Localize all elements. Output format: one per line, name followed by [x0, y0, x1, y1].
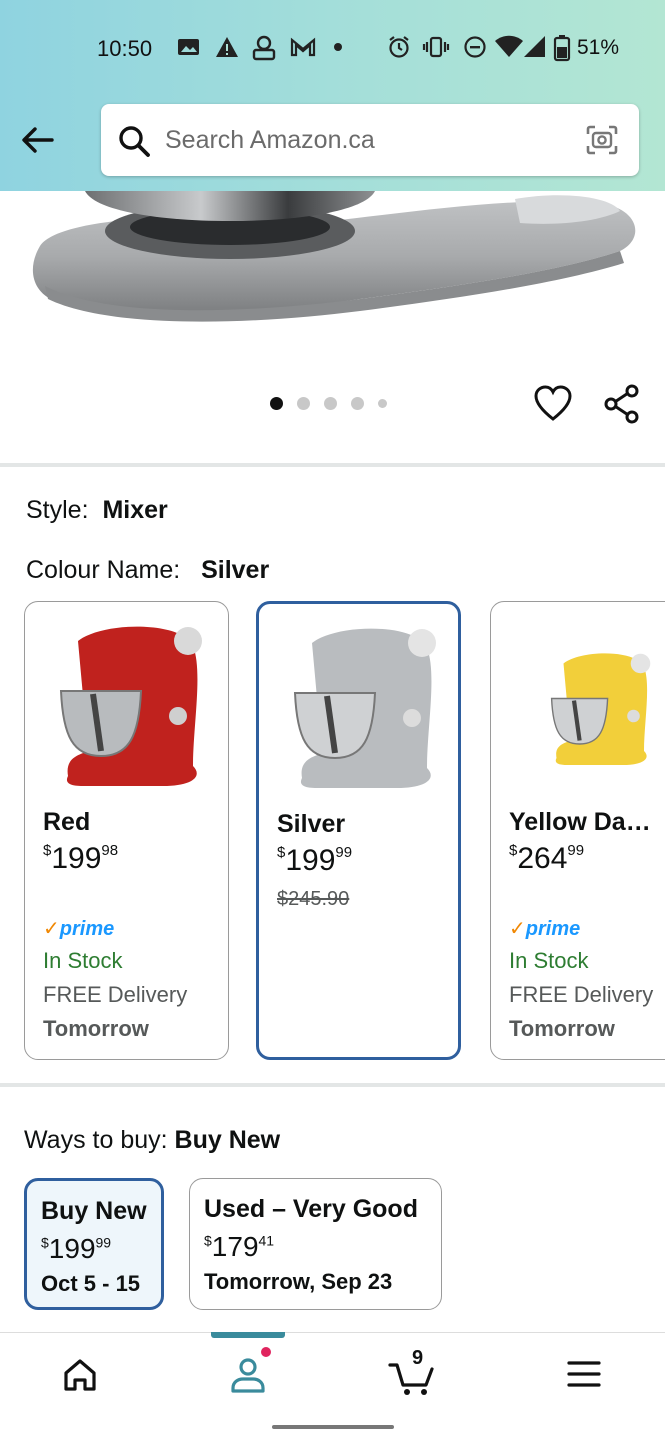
prime-badge: ✓prime: [43, 918, 115, 940]
app-notification-icon: [252, 35, 276, 61]
ways-to-buy-value: Buy New: [174, 1126, 281, 1154]
colour-option-name: Silver: [277, 810, 346, 838]
buy-option-used[interactable]: Used – Very Good $17941 Tomorrow, Sep 23: [189, 1178, 442, 1310]
notification-badge: [259, 1345, 273, 1359]
mixer-thumbnail: [59, 626, 202, 786]
buy-option-title: Used – Very Good: [204, 1195, 418, 1223]
colour-option-price: $26499: [509, 842, 585, 875]
status-bar: 10:50 51%: [0, 28, 665, 68]
active-tab-indicator: [211, 1332, 285, 1338]
alarm-icon: [389, 36, 409, 58]
list-price: $245.90: [277, 888, 350, 910]
app-header: 10:50 51%: [0, 0, 665, 191]
buy-option-delivery: Tomorrow, Sep 23: [204, 1269, 393, 1294]
do-not-disturb-icon: [464, 36, 486, 58]
delivery-info: FREE Delivery: [509, 982, 654, 1007]
section-divider: [0, 1083, 665, 1087]
battery-icon: [553, 35, 571, 62]
image-carousel-dots: [270, 397, 387, 410]
colour-option-yellow[interactable]: Yellow Da… $26499 ✓prime In Stock FREE D…: [490, 601, 665, 1060]
colour-option-price: $19998: [43, 842, 119, 875]
colour-value: Silver: [201, 556, 270, 584]
prime-check-icon: ✓: [43, 918, 60, 940]
colour-option-name: Red: [43, 808, 91, 836]
ways-to-buy-line: Ways to buy: Buy New: [24, 1126, 280, 1155]
gesture-home-bar[interactable]: [272, 1425, 394, 1429]
buy-option-price: $19999: [41, 1233, 112, 1264]
carousel-dot[interactable]: [297, 397, 310, 410]
wifi-icon: [495, 35, 523, 57]
carousel-dot[interactable]: [270, 397, 283, 410]
mixer-thumbnail: [550, 653, 651, 765]
style-label: Style:: [26, 496, 89, 524]
vibrate-icon: [422, 36, 450, 58]
buy-option-new[interactable]: Buy New $19999 Oct 5 - 15: [24, 1178, 164, 1310]
cart-count: 9: [412, 1347, 424, 1369]
menu-icon[interactable]: [554, 1349, 614, 1399]
signal-icon: [524, 36, 545, 57]
mixer-base-illustration: [32, 191, 636, 322]
search-icon: [119, 126, 150, 157]
status-time: 10:50: [97, 36, 153, 61]
bottom-nav: 9: [0, 1332, 665, 1414]
section-divider: [0, 463, 665, 467]
gmail-icon: [290, 37, 316, 57]
colour-line: Colour Name: Silver: [26, 556, 269, 585]
carousel-dot[interactable]: [324, 397, 337, 410]
colour-option-price: $19999: [277, 844, 353, 877]
battery-percent: 51%: [577, 36, 620, 59]
style-value: Mixer: [102, 496, 168, 524]
ways-to-buy-label: Ways to buy:: [24, 1126, 168, 1154]
prime-badge: ✓prime: [509, 918, 581, 940]
buy-option-price: $17941: [204, 1231, 275, 1262]
photo-notification-icon: [178, 39, 199, 55]
carousel-dot[interactable]: [378, 399, 387, 408]
colour-label: Colour Name:: [26, 556, 181, 584]
colour-option-red[interactable]: Red $19998 ✓prime In Stock FREE Delivery…: [24, 601, 229, 1060]
carousel-dot[interactable]: [351, 397, 364, 410]
home-icon[interactable]: [50, 1349, 110, 1399]
stock-status: In Stock: [509, 948, 589, 973]
warning-icon: [216, 37, 238, 57]
search-input[interactable]: [165, 118, 565, 162]
colour-option-silver[interactable]: Silver $19999 $245.90: [256, 601, 461, 1060]
prime-check-icon: ✓: [509, 918, 526, 940]
delivery-date: Tomorrow: [43, 1016, 149, 1041]
style-line: Style: Mixer: [26, 496, 168, 525]
product-image[interactable]: [0, 191, 665, 371]
search-bar[interactable]: [101, 104, 639, 176]
share-icon[interactable]: [602, 384, 642, 424]
more-dot-icon: [334, 43, 342, 51]
buy-option-delivery: Oct 5 - 15: [41, 1271, 141, 1296]
camera-search-icon[interactable]: [585, 124, 619, 156]
wishlist-heart-icon[interactable]: [533, 384, 573, 424]
buy-option-title: Buy New: [41, 1197, 147, 1225]
delivery-date: Tomorrow: [509, 1016, 615, 1041]
colour-option-name: Yellow Da…: [509, 808, 651, 836]
back-arrow-icon[interactable]: [18, 120, 58, 160]
delivery-info: FREE Delivery: [43, 982, 188, 1007]
stock-status: In Stock: [43, 948, 123, 973]
mixer-thumbnail: [293, 628, 436, 788]
